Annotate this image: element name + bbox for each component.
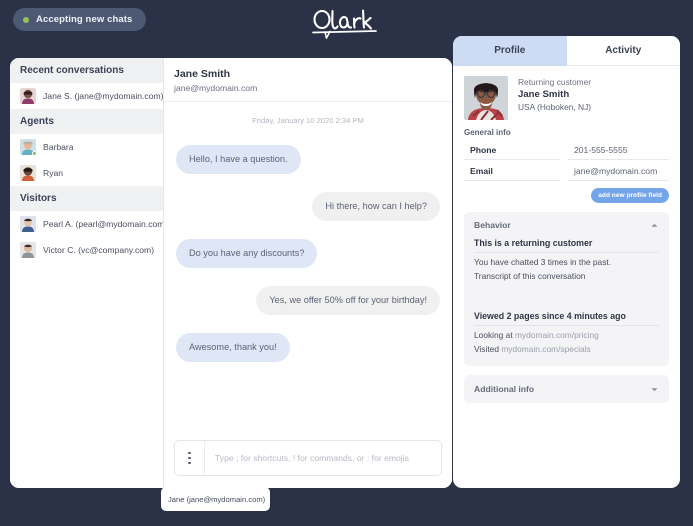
chat-contact-name: Jane Smith [174,68,231,80]
additional-info-heading: Additional info [474,384,535,394]
profile-meta: Returning customer Jane Smith USA (Hobok… [518,76,591,120]
field-key: Email [464,162,560,181]
returning-customer-title: This is a returning customer [474,238,659,253]
behavior-section-header[interactable]: Behavior [474,220,659,230]
sidebar-item-barbara[interactable]: Barbara [10,134,163,160]
looking-at-row: Looking at mydomain.com/pricing [474,330,659,340]
visited-url[interactable]: mydomain.com/specials [501,344,590,354]
additional-info-section[interactable]: Additional info [464,375,669,403]
chevron-up-icon[interactable] [650,221,659,230]
returning-customer-label: Returning customer [518,77,592,87]
sidebar-item-label: Ryan [43,168,64,178]
message-row: Awesome, thank you! [176,333,440,363]
message-row: Hello, I have a question. [176,145,440,175]
chevron-down-icon[interactable] [650,385,659,394]
message-bubble-outgoing: Yes, we offer 50% off for your birthday! [256,286,440,316]
profile-name: Jane Smith [518,89,570,100]
sidebar-item-label: Victor C. (vc@company.com) [43,245,155,255]
avatar-ryan [20,165,36,181]
panel-tabs: Profile Activity [453,36,680,66]
message-bubble-incoming: Awesome, thank you! [176,333,290,363]
profile-field-email: Email jane@mydomain.com [464,162,669,181]
tab-activity[interactable]: Activity [566,36,680,66]
avatar-pearl-a [20,216,36,232]
behavior-spacer [474,281,659,303]
olark-logo [310,8,380,40]
status-label: Accepting new chats [36,14,133,25]
conversation-tab-jane[interactable]: Jane (jane@mydomain.com) [161,487,270,511]
sidebar-heading-agents: Agents [10,109,163,134]
sidebar-item-label: Barbara [43,142,74,152]
sidebar-item-victor-c[interactable]: Victor C. (vc@company.com) [10,237,163,263]
field-value[interactable]: 201-555-5555 [568,141,669,160]
visited-row: Visited mydomain.com/specials [474,344,659,354]
chat-contact-email: jane@mydomain.com [174,83,258,93]
profile-field-phone: Phone 201-555-5555 [464,141,669,160]
profile-summary: Returning customer Jane Smith USA (Hobok… [464,76,669,120]
chat-header: Jane Smith jane@mydomain.com [164,58,452,102]
online-status-dot [23,16,29,23]
profile-avatar [464,76,508,120]
tab-profile[interactable]: Profile [453,36,567,66]
vertical-ellipsis-icon[interactable] [175,441,205,475]
message-input[interactable] [205,441,441,475]
message-bubble-incoming: Hello, I have a question. [176,145,301,175]
field-key: Phone [464,141,560,160]
general-info-label: General info [464,128,511,137]
composer-box [174,440,442,476]
message-bubble-incoming: Do you have any discounts? [176,239,318,269]
field-value[interactable]: jane@mydomain.com [568,162,669,181]
behavior-heading: Behavior [474,220,511,230]
app-window: Accepting new chats Recent conversations [0,0,693,526]
viewed-pages-title: Viewed 2 pages since 4 minutes ago [474,311,659,326]
chatted-times-line: You have chatted 3 times in the past. [474,257,612,267]
conversation-timestamp: Friday, January 10 2020 2:34 PM [252,116,364,125]
looking-at-url[interactable]: mydomain.com/pricing [515,330,599,340]
panel-body: Returning customer Jane Smith USA (Hobok… [453,66,680,403]
behavior-section: Behavior This is a returning customer Yo… [464,212,669,366]
sidebar-item-pearl-a[interactable]: Pearl A. (pearl@mydomain.com) [10,211,163,237]
sidebar-item-label: Pearl A. (pearl@mydomain.com) [43,219,163,229]
visited-label: Visited [474,344,499,354]
message-bubble-outgoing: Hi there, how can I help? [312,192,440,222]
profile-panel: Profile Activity Returning customer Jane… [453,36,680,488]
conversation-card: Recent conversations Jane S. (jane@mydom… [10,58,452,488]
message-row: Hi there, how can I help? [176,192,440,222]
sidebar-heading-recent: Recent conversations [10,58,163,83]
online-indicator [32,151,36,155]
message-composer [164,432,452,488]
avatar-jane-s [20,88,36,104]
sidebar-item-label: Jane S. (jane@mydomain.com) [43,91,163,101]
transcript-link[interactable]: Transcript of this conversation [474,271,659,281]
chat-panel: Jane Smith jane@mydomain.com Friday, Jan… [164,58,452,488]
avatar-victor-c [20,242,36,258]
accepting-chats-status-pill[interactable]: Accepting new chats [13,8,147,31]
sidebar-item-ryan[interactable]: Ryan [10,160,163,186]
profile-location: USA (Hoboken, NJ) [518,102,592,112]
sidebar-item-jane-s[interactable]: Jane S. (jane@mydomain.com) [10,83,163,109]
sidebar: Recent conversations Jane S. (jane@mydom… [10,58,164,488]
add-new-profile-field-button[interactable]: add new profile field [591,188,669,203]
message-list: Friday, January 10 2020 2:34 PM Hello, I… [164,102,452,432]
looking-at-label: Looking at [474,330,513,340]
message-row: Do you have any discounts? [176,239,440,269]
avatar-barbara [20,139,36,155]
message-row: Yes, we offer 50% off for your birthday! [176,286,440,316]
sidebar-heading-visitors: Visitors [10,186,163,211]
